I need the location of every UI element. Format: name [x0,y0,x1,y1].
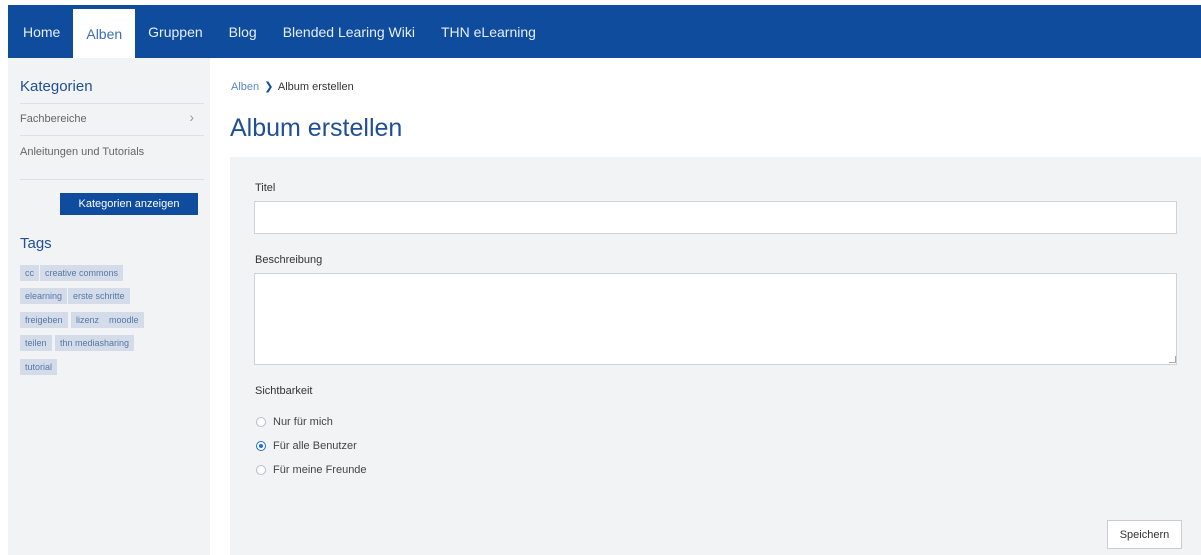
visibility-label: Sichtbarkeit [255,385,313,397]
nav-blog[interactable]: Blog [216,5,270,58]
nav-blended-learning-wiki[interactable]: Blended Learing Wiki [270,5,428,58]
resize-handle-icon[interactable] [1169,356,1176,363]
tag-teilen[interactable]: teilen [20,335,52,351]
description-textarea[interactable] [254,273,1177,365]
nav-thn-elearning[interactable]: THN eLearning [428,5,549,58]
breadcrumb-alben[interactable]: Alben [231,81,259,93]
description-label: Beschreibung [255,254,323,266]
breadcrumb: Alben ❯ Album erstellen [231,80,354,93]
sidebar: Kategorien Fachbereiche › Anleitungen un… [8,58,210,555]
divider [20,135,204,136]
category-anleitungen-und-tutorials[interactable]: Anleitungen und Tutorials [20,146,200,158]
save-button[interactable]: Speichern [1107,520,1182,549]
top-navigation: Home Alben Gruppen Blog Blended Learing … [8,5,1201,58]
album-form: Titel Beschreibung Sichtbarkeit Nur für … [230,157,1201,555]
categories-title: Kategorien [20,78,93,95]
divider [20,179,204,180]
visibility-option-all-users[interactable]: Für alle Benutzer [256,440,357,452]
radio-label: Für meine Freunde [273,464,367,476]
tag-thn-mediasharing[interactable]: thn mediasharing [55,335,135,351]
tag-tutorial[interactable]: tutorial [20,359,58,375]
breadcrumb-separator-icon: ❯ [264,81,274,93]
nav-home[interactable]: Home [8,5,73,58]
radio-button[interactable] [256,417,266,427]
radio-label: Nur für mich [273,416,333,428]
visibility-option-friends[interactable]: Für meine Freunde [256,464,367,476]
tag-moodle[interactable]: moodle [104,312,144,328]
tag-elearning[interactable]: elearning [20,288,68,304]
radio-button[interactable] [256,465,266,475]
tag-lizenz[interactable]: lizenz [71,312,105,328]
nav-alben[interactable]: Alben [73,9,136,58]
title-input[interactable] [254,201,1177,234]
chevron-right-icon[interactable]: › [189,109,194,125]
divider [20,103,204,104]
tag-cc[interactable]: cc [20,265,39,281]
breadcrumb-current: Album erstellen [277,81,354,93]
tag-erste-schritte[interactable]: erste schritte [68,288,130,304]
nav-gruppen[interactable]: Gruppen [135,5,215,58]
tags-title: Tags [20,235,52,252]
page-title: Album erstellen [230,114,403,142]
title-label: Titel [255,182,276,194]
show-categories-button[interactable]: Kategorien anzeigen [60,193,198,215]
visibility-option-only-me[interactable]: Nur für mich [256,416,333,428]
tag-freigeben[interactable]: freigeben [20,312,68,328]
radio-label: Für alle Benutzer [273,440,357,452]
radio-button[interactable] [256,441,266,451]
tag-creative-commons[interactable]: creative commons [40,265,124,281]
category-fachbereiche[interactable]: Fachbereiche [20,113,200,125]
